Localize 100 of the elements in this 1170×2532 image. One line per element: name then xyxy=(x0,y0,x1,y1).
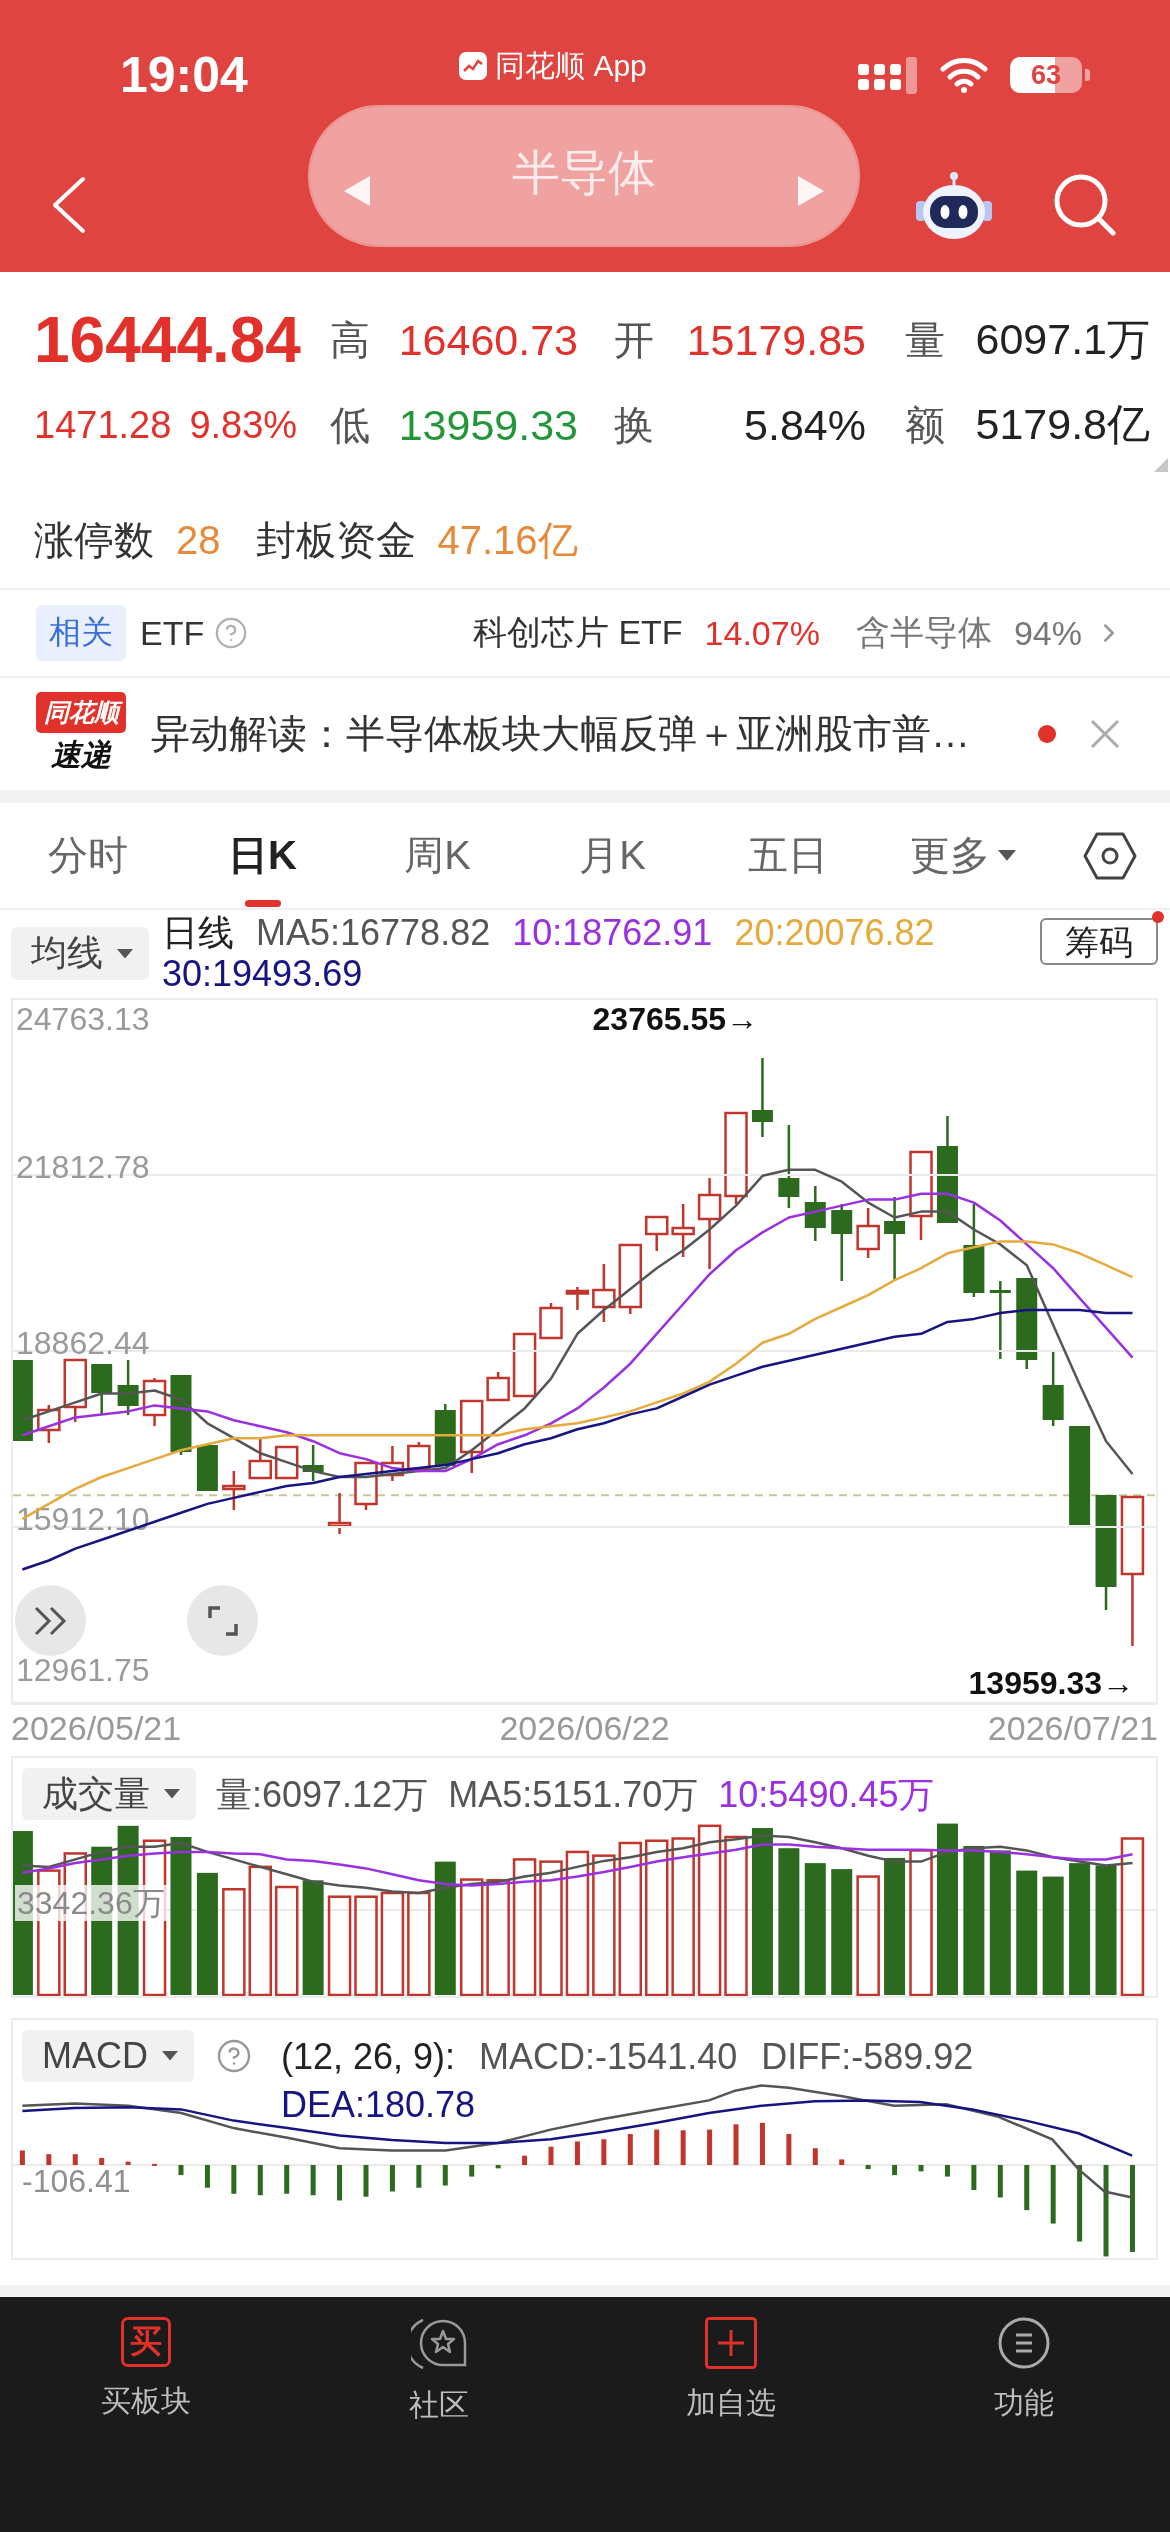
period-tab[interactable]: 分时 xyxy=(0,803,175,908)
help-icon[interactable] xyxy=(214,616,249,650)
candle xyxy=(565,1287,590,1310)
histogram-bar xyxy=(363,2165,369,2197)
status-time: 19:04 xyxy=(120,46,248,104)
brand-label: 同花顺 xyxy=(36,692,126,733)
candle xyxy=(248,1437,272,1480)
candle xyxy=(222,1471,246,1510)
legend-text: 日线 xyxy=(162,912,234,953)
histogram-bar xyxy=(416,2165,422,2188)
histogram-bar xyxy=(389,2165,395,2192)
fullscreen-icon xyxy=(207,1605,238,1636)
legend-text: DIFF:-589.92 xyxy=(761,2035,974,2079)
corner-triangle-icon xyxy=(1154,458,1168,472)
nav-item[interactable]: 加自选 xyxy=(585,2297,878,2424)
histogram-bar xyxy=(337,2165,343,2201)
stat-label: 额 xyxy=(905,401,945,449)
chip-button[interactable]: 筹码 xyxy=(1040,918,1158,965)
axis-label: 15912.10 xyxy=(16,1501,150,1537)
histogram-bar xyxy=(997,2165,1003,2198)
indicator-select[interactable]: 成交量 xyxy=(22,1768,196,1820)
axis-label: -106.41 xyxy=(22,2163,131,2199)
period-tab[interactable]: 日K xyxy=(175,803,350,908)
back-icon[interactable] xyxy=(52,176,86,234)
robot-icon[interactable] xyxy=(916,171,992,239)
menu-icon xyxy=(997,2317,1050,2369)
period-tab[interactable]: 周K xyxy=(350,803,525,908)
close-icon[interactable] xyxy=(1090,719,1120,749)
stat-label: 高 xyxy=(330,316,370,364)
legend-text: MA5:5151.70万 xyxy=(448,1773,699,1817)
legend-text: 量:6097.12万 xyxy=(216,1773,429,1817)
nav-item[interactable]: 功能 xyxy=(877,2297,1170,2424)
search-icon[interactable] xyxy=(1054,174,1116,236)
stat-label: 开 xyxy=(614,316,654,364)
histogram-bar xyxy=(204,2165,210,2188)
buy-badge: 买 xyxy=(121,2317,172,2367)
holding-label: 含半导体 xyxy=(855,612,992,653)
histogram-bar xyxy=(284,2165,290,2194)
histogram-bar xyxy=(548,2146,554,2165)
fund-change: 14.07% xyxy=(704,613,820,653)
nav-item[interactable]: 买 买板块 xyxy=(0,2297,293,2422)
candle xyxy=(327,1493,352,1534)
indicator-select[interactable]: MACD xyxy=(22,2030,194,2082)
stat-label: 低 xyxy=(330,401,370,449)
help-icon[interactable] xyxy=(216,2038,252,2074)
battery-indicator: 63 xyxy=(1010,57,1090,93)
axis-label: 3342.36万 xyxy=(15,1885,167,1921)
legend-text: 30:19493.69 xyxy=(162,953,363,994)
histogram-bar xyxy=(442,2165,448,2186)
histogram-bar xyxy=(310,2165,316,2196)
legend-text: DEA:180.78 xyxy=(281,2083,476,2127)
legend-text: 10:18762.91 xyxy=(512,912,713,953)
stat-label: 换 xyxy=(614,401,654,449)
period-tab[interactable]: 月K xyxy=(525,803,700,908)
price-marker: 13959.33→ xyxy=(968,1665,1134,1701)
candle xyxy=(512,1332,537,1398)
plus-square-icon xyxy=(705,2317,758,2369)
price-change: 1471.28 xyxy=(34,403,172,447)
date-label: 2026/05/21 xyxy=(11,1709,182,1748)
histogram-bar xyxy=(759,2122,765,2165)
candle xyxy=(380,1446,405,1481)
stat-value: 5179.8亿 xyxy=(975,399,1150,450)
histogram-bar xyxy=(257,2165,263,2196)
histogram-bar xyxy=(786,2134,792,2165)
histogram-bar xyxy=(918,2165,924,2172)
stat-value: 6097.1万 xyxy=(975,314,1150,365)
holding-percent: 94% xyxy=(1013,613,1082,653)
caret-icon xyxy=(164,1789,180,1799)
candle xyxy=(354,1461,378,1510)
axis-label: 18862.44 xyxy=(16,1325,150,1361)
period-tab[interactable]: 五日 xyxy=(700,803,875,908)
fund-name[interactable]: 科创芯片 ETF xyxy=(472,610,683,656)
etf-label: ETF xyxy=(140,613,205,653)
histogram-bar xyxy=(46,2154,52,2165)
percent-change: 9.83% xyxy=(189,403,298,447)
period-tab[interactable]: 更多 xyxy=(875,803,1050,908)
histogram-bar xyxy=(125,2161,131,2165)
settings-icon[interactable] xyxy=(1083,831,1137,880)
histogram-bar xyxy=(495,2165,501,2169)
caret-icon xyxy=(117,948,133,959)
candle xyxy=(407,1442,431,1471)
news-headline[interactable]: 异动解读：半导体板块大幅反弹＋亚洲股市普… xyxy=(151,707,1038,761)
indicator-select[interactable]: 均线 xyxy=(11,927,149,980)
legend-text: MA5:16778.82 xyxy=(256,912,491,953)
histogram-bar xyxy=(839,2159,845,2165)
histogram-bar xyxy=(654,2129,660,2165)
brand-subtitle: 速递 xyxy=(51,737,111,773)
histogram-bar xyxy=(469,2165,475,2177)
nav-item[interactable]: 社区 xyxy=(292,2297,585,2426)
limit-value: 28 xyxy=(176,518,221,563)
candle xyxy=(804,1186,826,1241)
candle xyxy=(302,1445,324,1481)
histogram-bar xyxy=(865,2165,871,2170)
candle xyxy=(37,1405,61,1443)
legend-text: 10:5490.45万 xyxy=(718,1773,935,1817)
histogram-bar xyxy=(733,2124,739,2165)
axis-label: 21812.78 xyxy=(16,1149,150,1185)
candle xyxy=(117,1360,139,1415)
histogram-bar xyxy=(178,2165,184,2176)
limit-value: 47.16亿 xyxy=(437,517,578,564)
